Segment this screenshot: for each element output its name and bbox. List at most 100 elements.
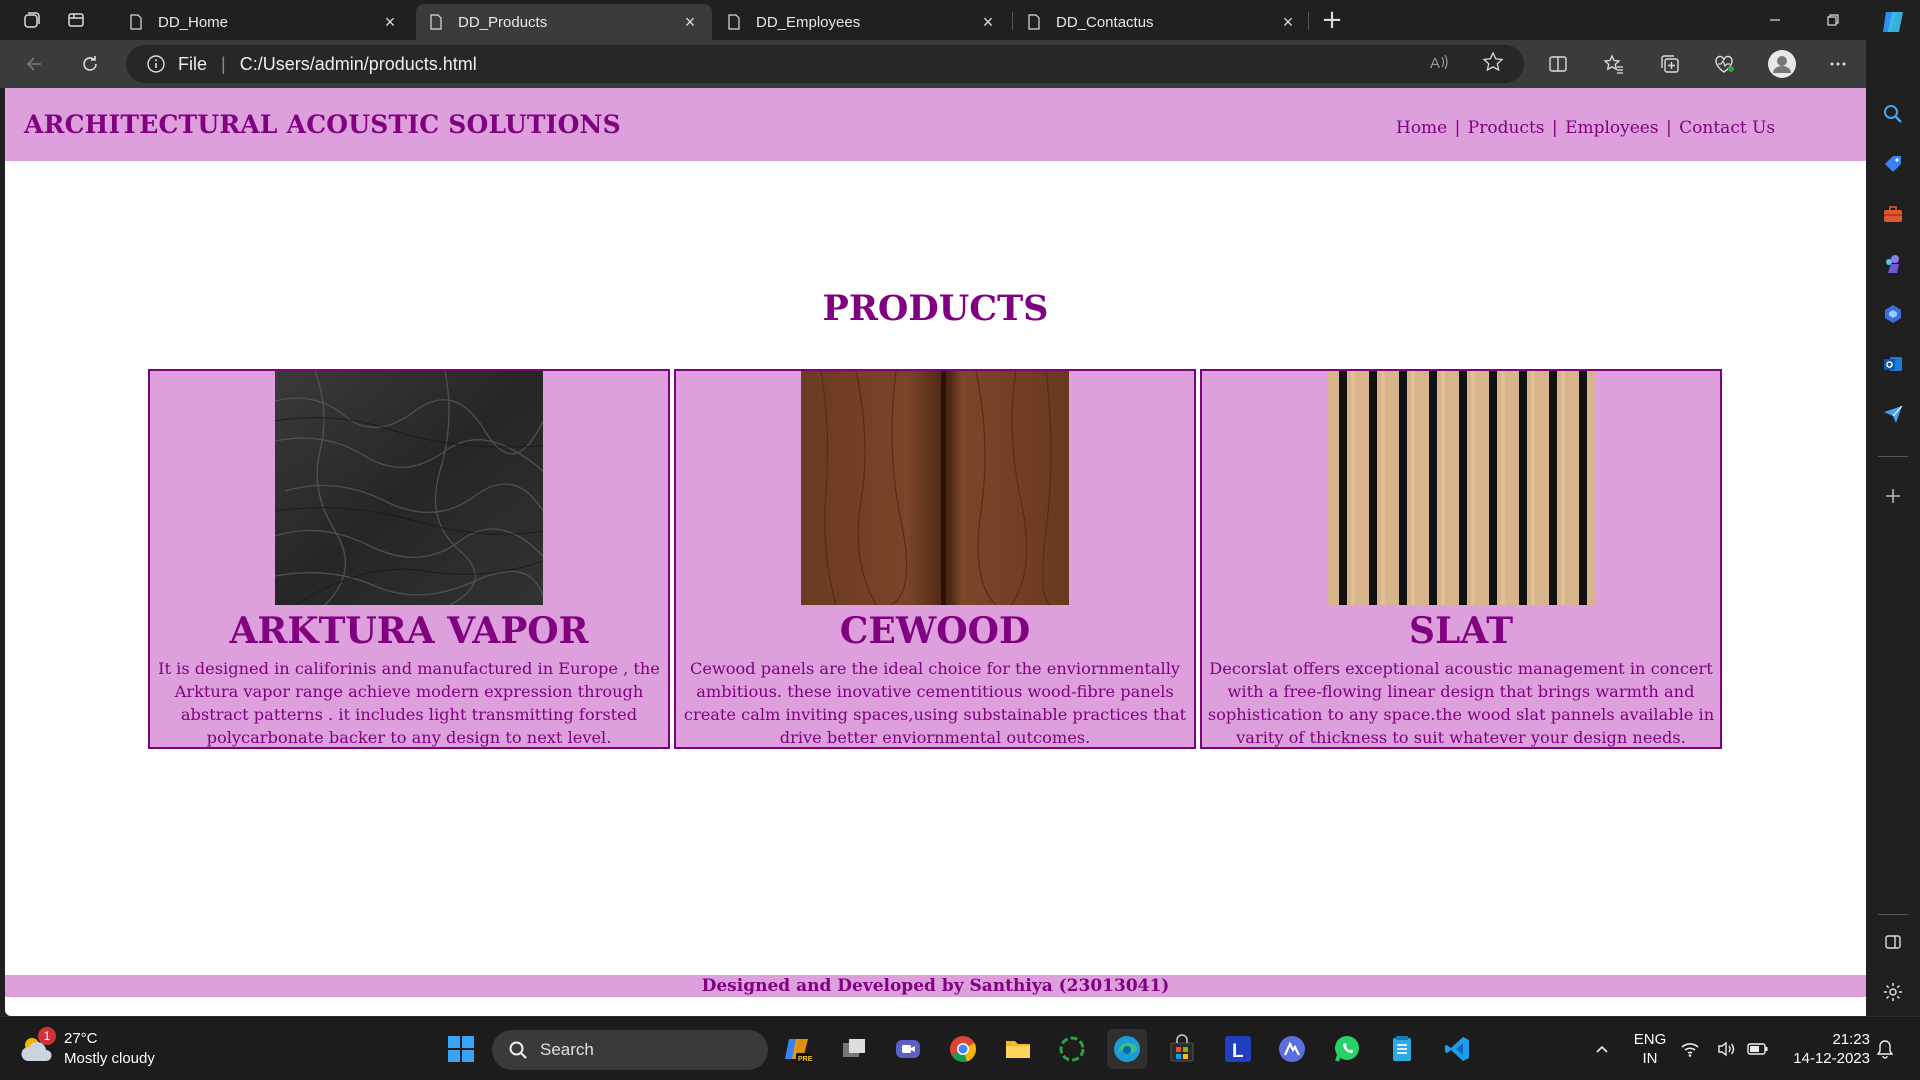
read-aloud-icon[interactable]: A [1428,51,1450,78]
url-text[interactable]: C:/Users/admin/products.html [240,54,477,75]
nav-link-products[interactable]: Products [1468,118,1545,138]
tab-title: DD_Employees [756,13,861,31]
favorites-icon[interactable] [1594,44,1634,84]
microsoft-store-icon[interactable] [1162,1029,1202,1069]
notification-badge: 1 [38,1027,56,1045]
clock-date: 14-12-2023 [1793,1050,1870,1067]
edge-sidebar [1866,12,1920,1016]
l-app-icon[interactable]: L [1218,1029,1258,1069]
nav-separator: | [1666,118,1672,138]
shopping-tag-icon[interactable] [1877,148,1909,180]
favorite-star-icon[interactable] [1482,50,1504,78]
svg-text:L: L [1232,1041,1244,1062]
product-image-wood [801,371,1069,605]
start-windows-icon[interactable] [441,1029,481,1069]
tab-dd-contactus[interactable]: DD_Contactus × [1014,4,1310,40]
arc-app-icon[interactable] [1272,1029,1312,1069]
new-tab-button[interactable]: + [1314,4,1350,36]
minimize-button[interactable] [1746,0,1804,40]
svg-text:A: A [1430,55,1440,72]
nav-link-contact-us[interactable]: Contact Us [1679,118,1775,138]
windows-taskbar: 1 27°C Mostly cloudy Search PRE L ENG IN… [0,1016,1920,1080]
site-nav: Home | Products | Employees | Contact Us [1396,118,1775,138]
page-icon [728,14,740,30]
site-footer: Designed and Developed by Santhiya (2301… [5,975,1866,997]
product-image-stone [275,371,543,605]
games-icon[interactable] [1877,248,1909,280]
close-tab-icon[interactable]: × [978,12,998,32]
copilot-icon[interactable] [1877,6,1909,38]
more-options-icon[interactable] [1818,44,1858,84]
product-name: CEWOOD [839,610,1031,652]
sidebar-divider [1878,456,1908,457]
show-hidden-icons-chevron-icon[interactable] [1582,1029,1622,1069]
tab-separator [1308,12,1309,30]
product-description: It is designed in califorinis and manufa… [158,659,660,747]
close-tab-icon[interactable]: × [1278,12,1298,32]
close-tab-icon[interactable]: × [680,12,700,32]
microsoft-365-icon[interactable] [1877,298,1909,330]
wifi-icon[interactable] [1677,1029,1703,1069]
search-icon[interactable] [1877,98,1909,130]
chrome-icon[interactable] [943,1029,983,1069]
nav-link-home[interactable]: Home [1396,118,1447,138]
split-screen-icon[interactable] [1538,44,1578,84]
product-card-arktura-vapor: ARKTURA VAPOR It is designed in califori… [148,369,670,749]
edge-browser-icon[interactable] [1107,1029,1147,1069]
back-button[interactable] [14,44,54,84]
add-sidebar-app-icon[interactable] [1877,480,1909,512]
weather-condition: Mostly cloudy [64,1050,155,1067]
whatsapp-icon[interactable] [1327,1029,1367,1069]
system-clock[interactable]: 21:23 14-12-2023 [1780,1030,1870,1068]
input-language-indicator[interactable]: ENG IN [1620,1030,1680,1068]
scheme-label: File [178,53,208,74]
copilot-preview-icon[interactable]: PRE [778,1029,818,1069]
drop-send-icon[interactable] [1877,398,1909,430]
settings-gear-icon[interactable] [1877,976,1909,1008]
close-tab-icon[interactable]: × [380,12,400,32]
vscode-icon[interactable] [1437,1029,1477,1069]
file-explorer-icon[interactable] [998,1029,1038,1069]
info-icon[interactable] [146,54,166,74]
profile-avatar-icon[interactable] [1762,44,1802,84]
region-code: IN [1642,1050,1658,1067]
hide-sidebar-icon[interactable] [1877,926,1909,958]
address-separator: | [221,53,226,74]
page-icon [430,14,442,30]
outlook-icon[interactable] [1877,348,1909,380]
taskbar-search-label: Search [540,1040,594,1059]
task-view-icon[interactable] [834,1029,874,1069]
svg-text:PRE: PRE [798,1056,813,1063]
browser-toolbar: File | C:/Users/admin/products.html A [0,40,1920,88]
tab-actions-icon[interactable] [56,0,96,40]
notification-bell-icon[interactable] [1872,1029,1898,1069]
restore-button[interactable] [1804,0,1862,40]
refresh-button[interactable] [70,44,110,84]
nav-link-employees[interactable]: Employees [1565,118,1659,138]
tab-separator [1012,12,1013,30]
nav-separator: | [1551,118,1558,138]
teams-meet-icon[interactable] [888,1029,928,1069]
workspaces-icon[interactable] [12,0,52,40]
page-icon [130,14,142,30]
product-description: Cewood panels are the ideal choice for t… [683,659,1187,747]
tools-briefcase-icon[interactable] [1877,198,1909,230]
product-card-slat: SLAT Decorslat offers exceptional acoust… [1200,369,1722,749]
tab-dd-home[interactable]: DD_Home × [116,4,412,40]
address-bar[interactable]: File | C:/Users/admin/products.html A [126,45,1524,83]
browser-tab-strip: DD_Home × DD_Products × DD_Employees × D… [0,0,1920,40]
tab-dd-products[interactable]: DD_Products × [416,4,712,40]
browser-essentials-icon[interactable] [1704,44,1744,84]
volume-icon[interactable] [1713,1029,1739,1069]
product-grid: ARKTURA VAPOR It is designed in califori… [148,369,1728,749]
taskbar-search-box[interactable]: Search [492,1030,768,1070]
battery-icon[interactable] [1745,1029,1771,1069]
language-code: ENG [1633,1031,1667,1048]
weather-temperature: 27°C [64,1030,98,1047]
sync-app-icon[interactable] [1052,1029,1092,1069]
collections-icon[interactable] [1650,44,1690,84]
page-icon [1028,14,1040,30]
weather-widget[interactable]: 1 27°C Mostly cloudy [18,1027,155,1069]
tab-dd-employees[interactable]: DD_Employees × [714,4,1010,40]
notepad-icon[interactable] [1382,1029,1422,1069]
